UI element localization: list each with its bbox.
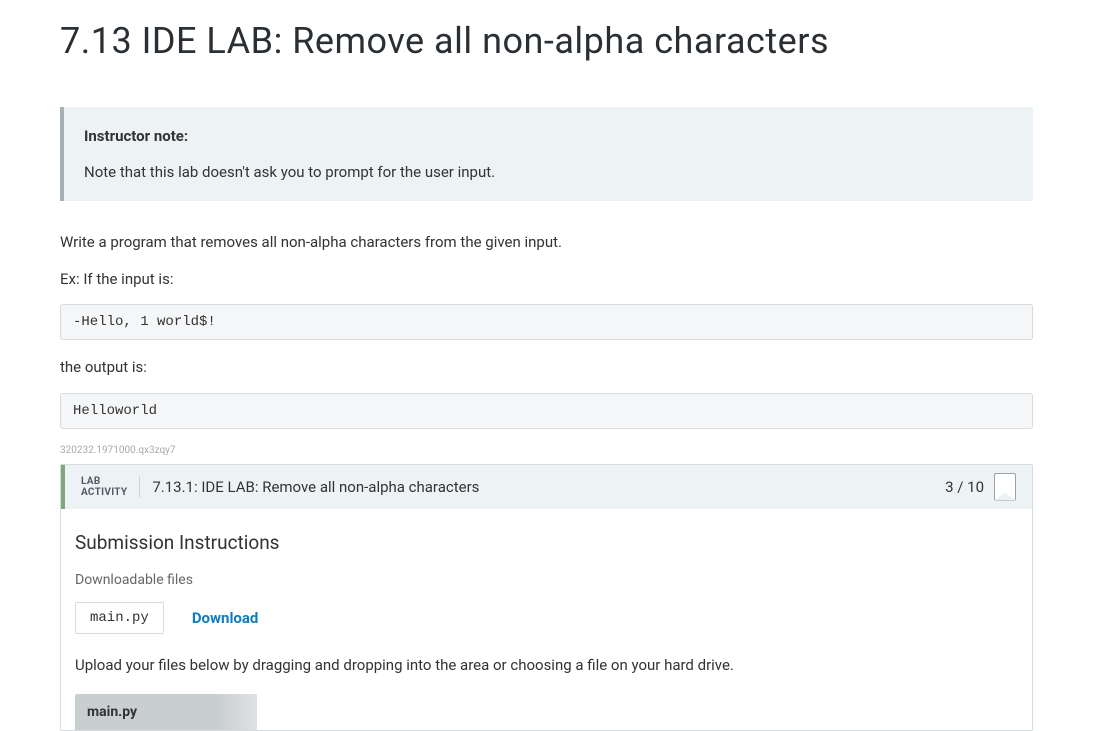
lab-body: Submission Instructions Downloadable fil…: [61, 509, 1032, 730]
lab-score: 3 / 10: [945, 478, 984, 496]
instructor-note-box: Instructor note: Note that this lab does…: [60, 107, 1033, 201]
instruction-line-1: Write a program that removes all non-alp…: [60, 231, 1033, 254]
downloadable-files-label: Downloadable files: [75, 572, 1018, 588]
lab-activity-card: LAB ACTIVITY 7.13.1: IDE LAB: Remove all…: [60, 464, 1033, 731]
instructor-note-heading: Instructor note:: [84, 127, 1013, 145]
example-output-block: Helloworld: [60, 393, 1033, 429]
example-input-block: -Hello, 1 world$!: [60, 304, 1033, 340]
upload-file-tab[interactable]: main.py: [75, 694, 257, 730]
content-id: 320232.1971000.qx3zqy7: [60, 445, 1033, 456]
instruction-line-2: Ex: If the input is:: [60, 268, 1033, 291]
file-row: main.py Download: [75, 602, 1018, 634]
page-title: 7.13 IDE LAB: Remove all non-alpha chara…: [60, 20, 1033, 62]
file-chip: main.py: [75, 602, 164, 634]
instruction-line-3: the output is:: [60, 356, 1033, 379]
lab-label-line1: LAB: [81, 476, 127, 487]
bookmark-icon[interactable]: [994, 473, 1016, 501]
lab-header: LAB ACTIVITY 7.13.1: IDE LAB: Remove all…: [61, 465, 1032, 509]
instructor-note-body: Note that this lab doesn't ask you to pr…: [84, 163, 1013, 181]
lab-activity-label: LAB ACTIVITY: [81, 476, 140, 498]
submission-heading: Submission Instructions: [75, 531, 1018, 554]
upload-hint: Upload your files below by dragging and …: [75, 656, 1018, 674]
download-link[interactable]: Download: [192, 609, 259, 627]
lab-title: 7.13.1: IDE LAB: Remove all non-alpha ch…: [152, 478, 945, 496]
lab-label-line2: ACTIVITY: [81, 487, 127, 498]
